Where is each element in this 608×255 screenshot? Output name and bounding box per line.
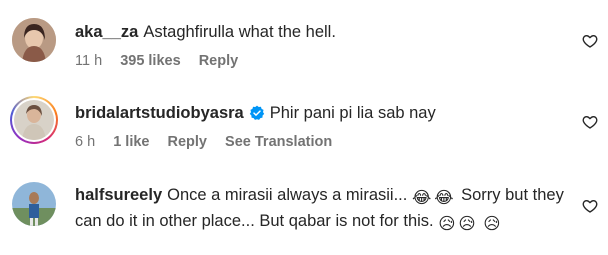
timestamp: 6 h <box>75 134 96 150</box>
see-translation-button[interactable]: See Translation <box>225 134 332 150</box>
reply-button[interactable]: Reply <box>168 134 208 150</box>
likes-count[interactable]: 395 likes <box>120 53 180 69</box>
heart-outline-icon[interactable] <box>582 33 598 49</box>
laughing-emoji-icon: 😂 <box>411 189 432 207</box>
avatar-image <box>12 98 56 142</box>
likes-count[interactable]: 1 like <box>113 134 149 150</box>
username[interactable]: bridalartstudiobyasra <box>75 104 244 122</box>
comment-body: Astaghfirulla what the hell. <box>143 23 336 41</box>
comment-text: halfsureely Once a mirasii always a miras… <box>75 184 575 236</box>
laughing-emoji-icon: 😂 <box>434 189 454 207</box>
avatar[interactable] <box>10 96 58 144</box>
sad-emoji-icon: 😥 <box>438 215 456 233</box>
timestamp: 11 h <box>75 53 103 69</box>
verified-badge-icon <box>249 105 264 120</box>
avatar[interactable] <box>12 18 56 62</box>
sad-emoji-icon: 😥 <box>483 215 501 233</box>
comment-text: aka__za Astaghfirulla what the hell. <box>75 22 570 43</box>
comment-text: bridalartstudiobyasra Phir pani pi lia sa… <box>75 103 570 124</box>
comment-meta: 11 h 395 likes Reply <box>75 53 570 69</box>
sad-emoji-icon: 😥 <box>458 215 476 233</box>
heart-outline-icon[interactable] <box>582 198 598 214</box>
username[interactable]: aka__za <box>75 23 138 41</box>
username[interactable]: halfsureely <box>75 186 162 204</box>
avatar[interactable] <box>12 182 56 226</box>
heart-outline-icon[interactable] <box>582 114 598 130</box>
comment-body: Phir pani pi lia sab nay <box>269 104 436 122</box>
comment-body-part1: Once a mirasii always a mirasii... <box>167 186 408 204</box>
comment-meta: 6 h 1 like Reply See Translation <box>75 134 570 150</box>
reply-button[interactable]: Reply <box>199 53 239 69</box>
